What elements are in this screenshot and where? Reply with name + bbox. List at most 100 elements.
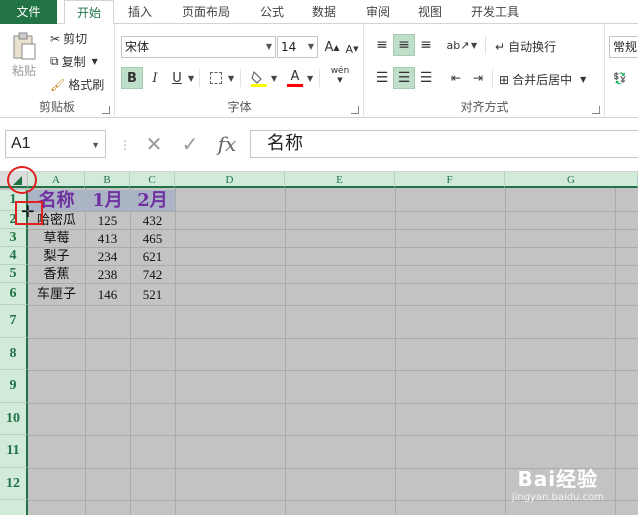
fill-color-button[interactable] [248,67,270,89]
merge-cells-icon: ⊞ [499,72,510,87]
cell-c4[interactable]: 621 [130,248,175,265]
divider [485,36,486,54]
alignment-group-label: 对齐方式 [460,100,509,114]
column-header-d[interactable]: D [175,172,285,188]
gridline [285,188,286,515]
align-right-button[interactable]: ☰ [415,67,437,89]
column-header-f[interactable]: F [395,172,505,188]
tab-review[interactable]: 审阅 [356,0,400,24]
tab-page-layout[interactable]: 页面布局 [172,0,240,24]
align-top-button[interactable]: ≡ [371,34,393,56]
row-header-9[interactable]: 9 [0,370,28,403]
chevron-down-icon[interactable]: ▼ [471,41,477,50]
font-color-button[interactable]: A [284,67,306,89]
borders-button[interactable] [205,67,227,89]
grow-font-button[interactable]: A ▲ [321,36,343,58]
italic-button[interactable]: I [144,67,166,89]
tab-home[interactable]: 开始 [64,0,114,25]
name-box-value: A1 [11,135,31,152]
dialog-launcher-icon[interactable] [351,106,359,114]
cell-c5[interactable]: 742 [130,266,175,283]
row-header-6[interactable]: 6 [0,283,28,305]
increase-indent-icon: ⇥ [472,71,484,85]
underline-button[interactable]: U [166,67,188,89]
cell-c1[interactable]: 2月 [130,190,175,211]
row-header-5[interactable]: 5 [0,265,28,283]
tab-developer[interactable]: 开发工具 [462,0,528,24]
decrease-indent-button[interactable]: ⇤ [445,67,467,89]
cell-b1[interactable]: 1月 [85,190,130,211]
align-left-icon: ☰ [375,70,389,86]
divider [319,69,320,87]
grip-icon[interactable]: ⋮ [119,138,131,152]
font-name-combo[interactable]: 宋体 ▼ [121,36,276,58]
orientation-button[interactable]: ab↗ [446,34,470,56]
align-left-button[interactable]: ☰ [371,67,393,89]
bold-button[interactable]: B [121,67,143,89]
cell-c6[interactable]: 521 [130,284,175,305]
column-header-c[interactable]: C [130,172,175,188]
paste-button[interactable]: 粘贴 [9,32,39,79]
shrink-font-icon: A [345,42,354,56]
chevron-down-icon[interactable]: ▼ [271,74,277,83]
tab-insert[interactable]: 插入 [118,0,162,24]
column-header-b[interactable]: B [85,172,130,188]
cell-a5[interactable]: 香蕉 [28,266,85,283]
row-header-7[interactable]: 7 [0,305,28,338]
tab-file[interactable]: 文件 [0,0,57,24]
cell-b5[interactable]: 238 [85,266,130,283]
insert-function-icon[interactable]: fx [218,132,237,156]
align-bottom-icon: ≡ [420,37,432,53]
tab-data[interactable]: 数据 [302,0,346,24]
cancel-icon[interactable]: ✕ [146,132,163,156]
phonetic-guide-button[interactable]: wén ▼ [326,64,354,86]
wrap-text-button[interactable]: ↵ 自动换行 [495,38,556,55]
row-header-13[interactable] [0,500,28,515]
align-center-button[interactable]: ☰ [393,67,415,89]
copy-button[interactable]: ⧉ 复制 ▼ [50,53,98,70]
annotation-circle-highlight [7,166,37,194]
tab-view[interactable]: 视图 [408,0,452,24]
align-middle-button[interactable]: ≡ [393,34,415,56]
row-header-8[interactable]: 8 [0,338,28,370]
orientation-icon: ab↗ [446,38,470,52]
column-header-e[interactable]: E [285,172,395,188]
row-header-4[interactable]: 4 [0,247,28,265]
enter-check-icon[interactable]: ✓ [182,132,199,156]
cell-a4[interactable]: 梨子 [28,248,85,265]
shrink-font-button[interactable]: A ▼ [341,38,363,60]
formula-input[interactable]: 名称 [250,130,638,158]
chevron-down-icon[interactable]: ▼ [307,74,313,83]
cut-button[interactable]: ✂ 剪切 [50,30,87,47]
column-header-g[interactable]: G [505,172,638,188]
cell-c2[interactable]: 432 [130,212,175,229]
row-header-3[interactable]: 3 [0,229,28,247]
dialog-launcher-icon[interactable] [592,106,600,114]
currency-format-button[interactable]: 💱 [609,67,631,89]
row-header-12[interactable]: 12 [0,468,28,500]
dialog-launcher-icon[interactable] [102,106,110,114]
row-header-11[interactable]: 11 [0,435,28,468]
number-format-combo[interactable]: 常规 [609,36,638,58]
cell-a6[interactable]: 车厘子 [28,284,85,305]
name-box[interactable]: A1 ▼ [5,130,106,158]
cell-a3[interactable]: 草莓 [28,230,85,247]
row-header-10[interactable]: 10 [0,403,28,435]
align-bottom-button[interactable]: ≡ [415,34,437,56]
cell-b3[interactable]: 413 [85,230,130,247]
font-size-combo[interactable]: 14 ▼ [277,36,318,58]
merge-center-button[interactable]: ⊞ 合并后居中 ▼ [499,71,586,88]
tab-formulas[interactable]: 公式 [250,0,294,24]
wrap-text-label: 自动换行 [508,40,557,54]
ribbon-tab-bar: 文件 开始 插入 页面布局 公式 数据 审阅 视图 开发工具 [0,0,638,25]
ribbon: 粘贴 ✂ 剪切 ⧉ 复制 ▼ 🖌 格式刷 剪贴板 宋体 ▼ 14 ▼ A ▲ A… [0,24,638,118]
cell-b4[interactable]: 234 [85,248,130,265]
chevron-down-icon[interactable]: ▼ [188,74,194,83]
format-painter-button[interactable]: 🖌 格式刷 [50,76,104,93]
increase-indent-button[interactable]: ⇥ [467,67,489,89]
chevron-down-icon[interactable]: ▼ [228,74,234,83]
align-middle-icon: ≡ [398,37,410,53]
cell-c3[interactable]: 465 [130,230,175,247]
cell-b2[interactable]: 125 [85,212,130,229]
cell-b6[interactable]: 146 [85,284,130,305]
